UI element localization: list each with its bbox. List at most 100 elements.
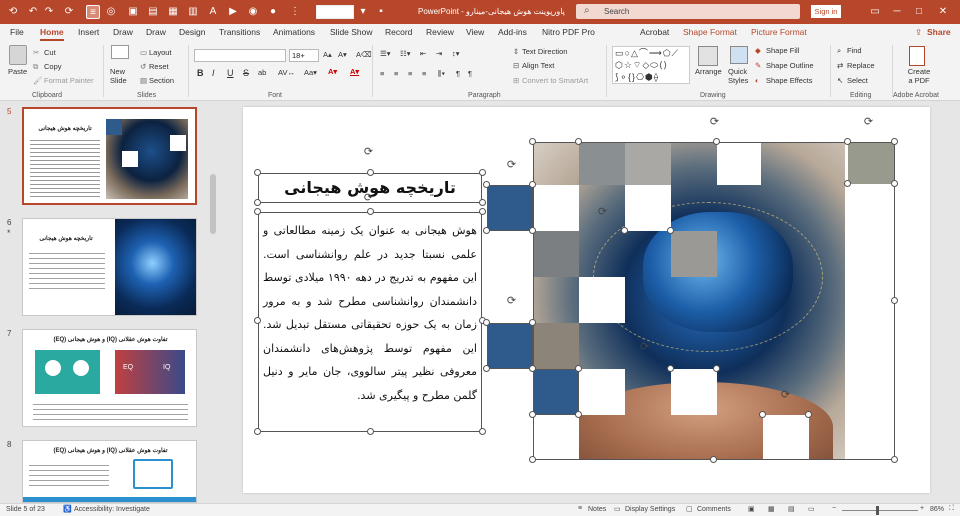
search-box[interactable]: ⌕ Search [576, 4, 800, 19]
resize-handle[interactable] [713, 138, 720, 145]
format-painter-button[interactable]: Format Painter [44, 76, 94, 85]
resize-handle[interactable] [759, 411, 766, 418]
zoom-level[interactable]: 86% [930, 506, 944, 513]
font-size-input[interactable]: 18+ [289, 49, 319, 62]
slide-thumbnail-7[interactable]: تفاوت هوش عقلانی (IQ) و هوش هیجانی (EQ) … [22, 329, 197, 427]
tab-slideshow[interactable]: Slide Show [330, 27, 373, 37]
camera-icon[interactable]: ◉ [246, 5, 260, 19]
grid-icon[interactable]: ≡ [86, 5, 100, 19]
tab-review[interactable]: Review [426, 27, 454, 37]
shape-outline-icon[interactable]: ✎ [755, 61, 761, 70]
copy-button[interactable]: Copy [44, 62, 62, 71]
chart-icon[interactable]: ▥ [186, 5, 200, 19]
copy-icon[interactable]: ⧉ [33, 62, 38, 72]
section-icon[interactable]: ▤ [140, 76, 147, 85]
fit-slide-icon[interactable]: ⛶ [949, 505, 954, 513]
resize-handle[interactable] [529, 319, 536, 326]
tab-home[interactable]: Home [40, 27, 64, 41]
layout-icon[interactable]: ▭ [140, 48, 147, 57]
resize-handle[interactable] [891, 138, 898, 145]
tab-acrobat[interactable]: Acrobat [640, 27, 669, 37]
comments-button[interactable]: Comments [697, 506, 731, 513]
comments-icon[interactable]: ▢ [686, 505, 693, 513]
resize-handle[interactable] [575, 411, 582, 418]
rotate-handle-icon[interactable]: ⟳ [780, 390, 791, 401]
tab-transitions[interactable]: Transitions [219, 27, 260, 37]
shapes-gallery[interactable]: ▭○△⌒⟶⬠⟋ ⬡☆⌔◇⬭⟨⟩ ⟆⚬{}⎔⬢⟠ [612, 46, 690, 84]
numbering-icon[interactable]: ☷▾ [400, 49, 411, 58]
resize-handle[interactable] [844, 180, 851, 187]
slide-thumbnail-6[interactable]: تاریخچه هوش هیجانی [22, 218, 197, 316]
resize-handle[interactable] [254, 208, 261, 215]
clear-format-icon[interactable]: A⌫ [356, 50, 372, 59]
image-icon[interactable]: ▣ [126, 5, 140, 19]
tab-draw[interactable]: Draw [113, 27, 133, 37]
slide-thumbnail-8[interactable]: تفاوت هوش عقلانی (IQ) و هوش هیجانی (EQ) [22, 440, 197, 503]
shape-outline-button[interactable]: Shape Outline [766, 61, 814, 70]
resize-handle[interactable] [367, 428, 374, 435]
slideshow-view-icon[interactable]: ▭ [808, 505, 815, 513]
select-icon[interactable]: ↖ [837, 76, 843, 85]
reset-icon[interactable]: ↺ [140, 62, 146, 71]
resize-handle[interactable] [667, 365, 674, 372]
arrange-button[interactable]: Arrange [695, 67, 722, 76]
accessibility-icon[interactable]: ♿ [63, 505, 72, 513]
start-slideshow-icon[interactable]: ⟳ [62, 5, 76, 19]
font-size-box[interactable] [316, 5, 354, 19]
font-color-icon[interactable]: ▾ [356, 5, 370, 19]
font-name-input[interactable] [194, 49, 286, 62]
align-right-icon[interactable]: ≡ [408, 69, 412, 78]
rtl-icon[interactable]: ¶ [468, 69, 472, 78]
rotate-handle-icon[interactable]: ⟳ [363, 147, 374, 158]
tab-draw-2[interactable]: Draw [146, 27, 166, 37]
resize-handle[interactable] [479, 208, 486, 215]
increase-indent-icon[interactable]: ⇥ [436, 49, 442, 58]
replace-button[interactable]: Replace [847, 61, 875, 70]
paste-icon[interactable] [9, 45, 27, 65]
more-icon[interactable]: ⋮ [288, 5, 302, 19]
tab-animations[interactable]: Animations [273, 27, 315, 37]
paste-button[interactable]: Paste [8, 67, 27, 76]
text-direction-icon[interactable]: ⇕ [513, 47, 519, 56]
tab-addins[interactable]: Add-ins [498, 27, 527, 37]
video-icon[interactable]: ▶ [226, 5, 240, 19]
body-placeholder[interactable]: هوش هیجانی به عنوان یک زمینه مطالعاتی و … [258, 212, 482, 432]
zoom-in-icon[interactable]: + [920, 505, 924, 512]
resize-handle[interactable] [254, 169, 261, 176]
change-case-icon[interactable]: Aa▾ [304, 68, 317, 77]
resize-handle[interactable] [483, 227, 490, 234]
create-pdf-button[interactable]: Create a PDF [905, 67, 933, 85]
scrollbar-thumb[interactable] [210, 174, 216, 234]
font-color-icon[interactable]: A▾ [350, 67, 359, 76]
resize-handle[interactable] [529, 227, 536, 234]
redo-icon[interactable]: ↷ [42, 5, 56, 19]
slide-body-text[interactable]: هوش هیجانی به عنوان یک زمینه مطالعاتی و … [263, 219, 477, 407]
zoom-slider-thumb[interactable] [876, 506, 879, 515]
ltr-icon[interactable]: ¶ [456, 69, 460, 78]
bold-button[interactable]: B [197, 68, 204, 78]
qat-more-icon[interactable]: ▪ [374, 5, 388, 19]
reading-view-icon[interactable]: ▤ [788, 505, 795, 513]
tab-record[interactable]: Record [385, 27, 412, 37]
minimize-icon[interactable]: ─ [890, 5, 904, 19]
accessibility-status[interactable]: Accessibility: Investigate [74, 506, 150, 513]
resize-handle[interactable] [479, 169, 486, 176]
resize-handle[interactable] [575, 365, 582, 372]
draw-icon[interactable]: ◎ [104, 5, 118, 19]
tab-view[interactable]: View [466, 27, 484, 37]
resize-handle[interactable] [483, 181, 490, 188]
tab-insert[interactable]: Insert [78, 27, 99, 37]
resize-handle[interactable] [529, 138, 536, 145]
rotate-handle-icon[interactable]: ⟳ [639, 342, 650, 353]
zoom-slider[interactable] [842, 510, 918, 511]
tab-nitro[interactable]: Nitro PDF Pro [542, 27, 595, 37]
resize-handle[interactable] [254, 199, 261, 206]
tab-file[interactable]: File [10, 27, 24, 37]
find-button[interactable]: Find [847, 46, 862, 55]
cut-button[interactable]: Cut [44, 48, 56, 57]
ribbon-options-icon[interactable]: ▭ [868, 5, 882, 19]
replace-icon[interactable]: ⇄ [837, 61, 843, 70]
line-spacing-icon[interactable]: ↕▾ [452, 49, 460, 58]
resize-handle[interactable] [575, 138, 582, 145]
thumbnails-scrollbar[interactable] [208, 104, 218, 500]
